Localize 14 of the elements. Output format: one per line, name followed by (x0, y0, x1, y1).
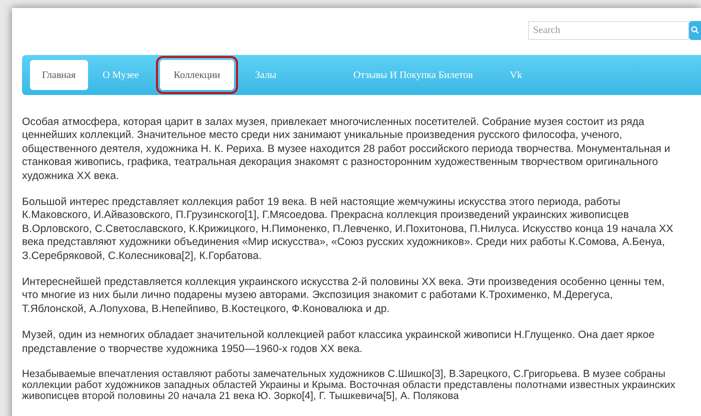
nav-tab[interactable]: Залы (243, 60, 288, 90)
nav-tab[interactable]: Главная (30, 60, 88, 90)
paragraph: Музей, один из немногих обладает значительной коллекцией работ классика украинской живописи Н.Глущенко. Она дает яркое представление о творчестве художника 1950—1960-х годов XX века. (22, 329, 656, 356)
paragraph: Незабываемые впечатления оставляют работы замечательных художников С.Шишко[3], В.Зарецкого, С.Григорьева. В музее собраны коллекции работ художников западных областей Украины и Крыма. Восточная области представлены полотнами известных украинских живописцев второй половины 20 начала 21 века Ю. Зорко[4], Г. Тышкевича[5], А. Полякова (22, 369, 676, 402)
search-field[interactable]: Search (528, 20, 689, 40)
nav-tab[interactable]: Vk (498, 60, 534, 90)
search-button[interactable] (689, 20, 701, 40)
search-icon (691, 26, 699, 34)
paragraph: Интереснейшей представляется коллекция украинского искусства 2-й половины XX века. Эти произведения особенно ценны тем, что многие из них были лично подарены музею авторами. Экспозиция знакомит с работами К.Трохименко, М.Дерегуса, Т.Яблонской, А.Лопухова, В.Непейпиво, В.Костецкого, Ф.Коновалюка и др. (22, 276, 666, 316)
nav-tab[interactable]: Отзывы И Покупка Билетов (341, 60, 485, 90)
nav-tab[interactable]: Коллекции (160, 60, 234, 90)
paragraph: Большой интерес представляет коллекция работ 19 века. В ней настоящие жемчужины искусства этого периода, работы К.Маковского, И.Айвазовского, П.Грузинского[1], Г.Мясоедова. Прекрасна коллекция произведений украинских живописцев В.Орловского, С.Светославского, К.Крижицкого, Н.Пимоненко, П.Левченко, И.Похитонова, П.Нилуса. Искусство конца 19 начала XX века представляют художники объединения «Мир искусства», «Союз русских художников». Среди них работы К.Сомова, А.Бенуа, З.Серебряковой, С.Колесникова[2], К.Горбатова. (22, 196, 674, 264)
nav-tab[interactable]: О Музее (90, 60, 151, 90)
paragraph: Особая атмосфера, которая царит в залах музея, привлекает многочисленных посетителей. Собрание музея состоит из ряда ценнейших коллекций. Значительное место среди них занимают уникальные произведения русского философа, ученого, общественного деятеля, художника Н. К. Рериха. В музее находится 28 работ российского периода творчества. Монументальная и станковая живопись, графика, театральная декорация знакомят с разносторонним художественным творчеством оригинального художника XX века. (22, 116, 672, 184)
